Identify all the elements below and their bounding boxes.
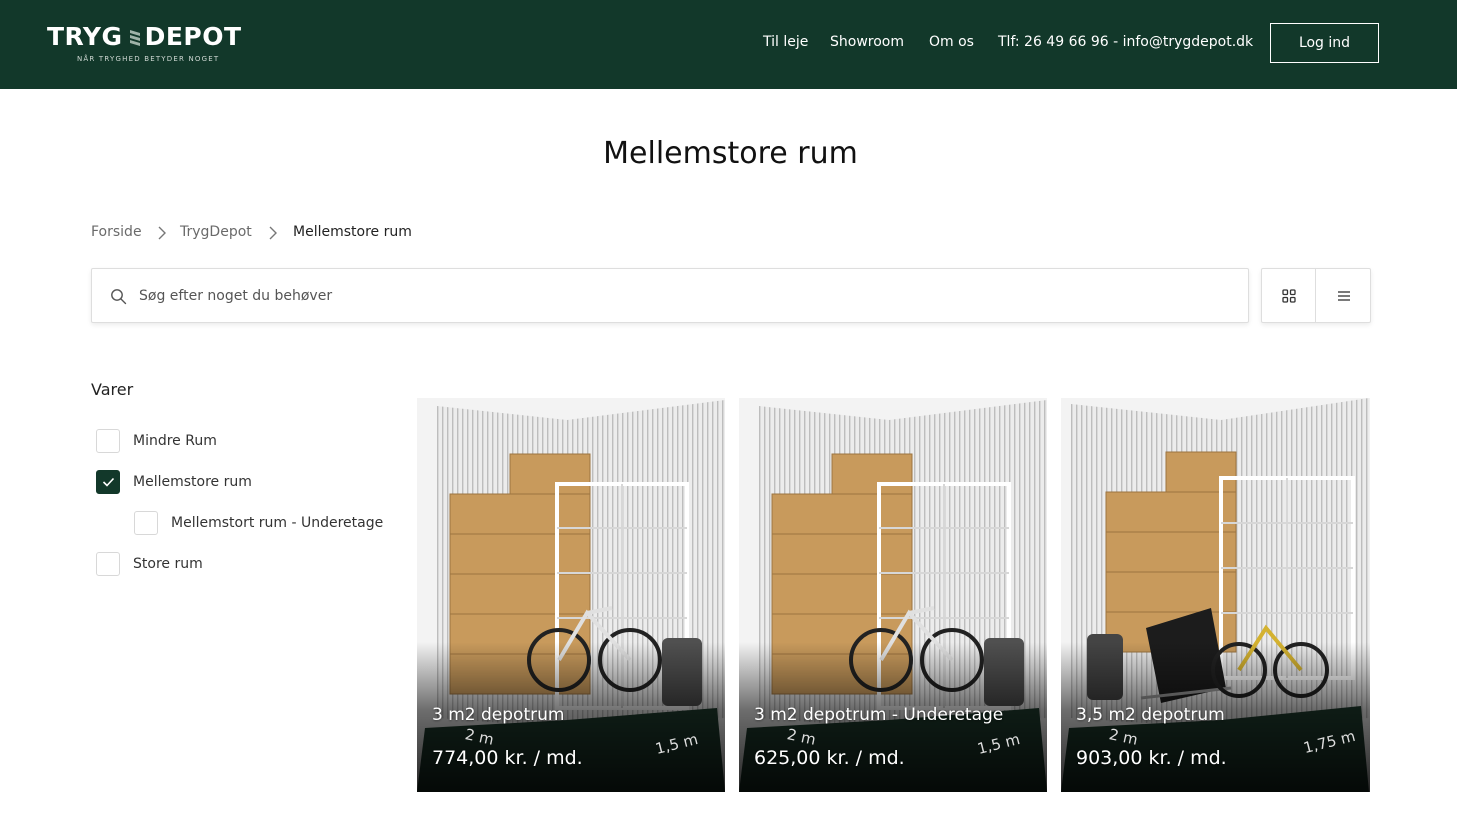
product-price: 903,00 kr. / md. — [1076, 747, 1227, 769]
product-price: 625,00 kr. / md. — [754, 747, 905, 769]
product-card[interactable]: 3 m2 depotrum - Underetage 625,00 kr. / … — [739, 398, 1047, 792]
site-header: TRYG DEPOT NÅR TRYGHED BETYDER NOGET Til … — [0, 0, 1457, 89]
login-button[interactable]: Log ind — [1270, 23, 1379, 63]
filter-checkbox-checked[interactable] — [96, 470, 120, 494]
list-view-button[interactable] — [1317, 269, 1371, 322]
list-view-icon — [1338, 290, 1350, 301]
search-icon — [111, 289, 127, 305]
filter-label: Mindre Rum — [133, 433, 217, 449]
view-toggle — [1261, 268, 1371, 323]
product-price: 774,00 kr. / md. — [432, 747, 583, 769]
breadcrumb-current: Mellemstore rum — [293, 224, 412, 240]
product-card[interactable]: 3,5 m2 depotrum 903,00 kr. / md. 2 m 1,7… — [1061, 398, 1370, 792]
page-title: Mellemstore rum — [603, 136, 858, 171]
filter-mindre-rum[interactable]: Mindre Rum — [96, 429, 217, 453]
filter-checkbox[interactable] — [134, 511, 158, 535]
filter-title: Varer — [91, 380, 134, 399]
breadcrumb-forside[interactable]: Forside — [91, 224, 142, 240]
nav-til-leje[interactable]: Til leje — [763, 34, 808, 50]
filter-store-rum[interactable]: Store rum — [96, 552, 203, 576]
main-nav: Til leje Showroom Om os Tlf: 26 49 66 96… — [0, 34, 1457, 54]
search-input[interactable] — [139, 281, 1229, 311]
filter-checkbox[interactable] — [96, 552, 120, 576]
check-icon — [102, 477, 114, 487]
filter-mellemstort-underetage[interactable]: Mellemstort rum - Underetage — [134, 511, 383, 535]
filter-checkbox[interactable] — [96, 429, 120, 453]
filter-label: Mellemstore rum — [133, 474, 252, 490]
product-card[interactable]: 3 m2 depotrum 774,00 kr. / md. 2 m 1,5 m — [417, 398, 725, 792]
product-name: 3 m2 depotrum — [432, 705, 565, 725]
filter-mellemstore-rum[interactable]: Mellemstore rum — [96, 470, 252, 494]
chevron-right-icon — [268, 225, 278, 245]
grid-view-button[interactable] — [1262, 269, 1316, 322]
nav-showroom[interactable]: Showroom — [830, 34, 904, 50]
product-name: 3 m2 depotrum - Underetage — [754, 705, 1004, 725]
chevron-right-icon — [157, 225, 167, 245]
filter-label: Store rum — [133, 556, 203, 572]
breadcrumb-trygdepot[interactable]: TrygDepot — [180, 224, 252, 240]
grid-view-icon — [1281, 288, 1296, 303]
search-bar — [91, 268, 1249, 323]
filter-label: Mellemstort rum - Underetage — [171, 515, 384, 531]
logo-tagline: NÅR TRYGHED BETYDER NOGET — [77, 55, 220, 63]
nav-contact[interactable]: Tlf: 26 49 66 96 - info@trygdepot.dk — [998, 34, 1253, 50]
product-name: 3,5 m2 depotrum — [1076, 705, 1225, 725]
nav-om-os[interactable]: Om os — [929, 34, 974, 50]
